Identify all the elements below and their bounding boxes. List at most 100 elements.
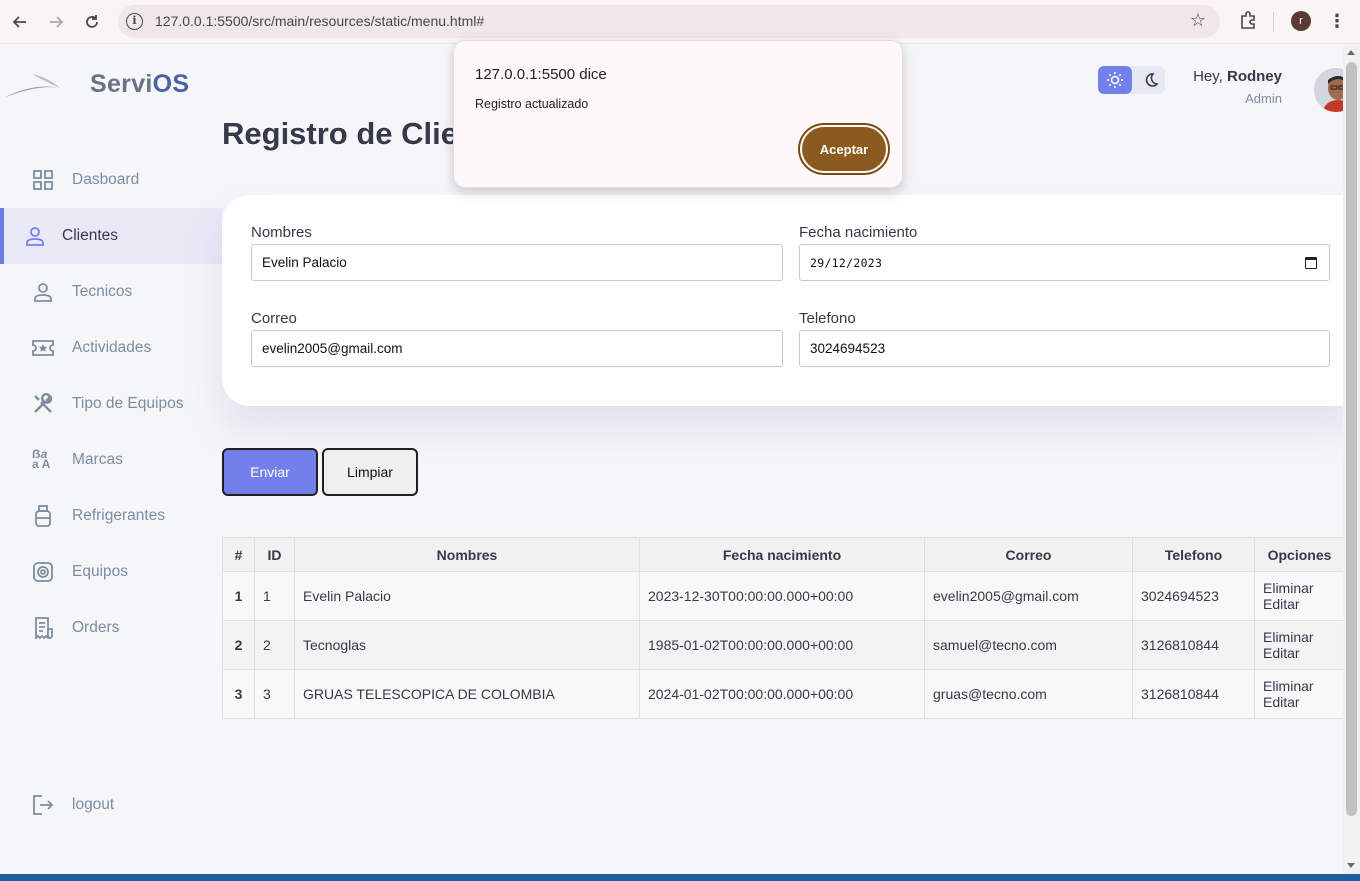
scroll-up-icon[interactable] xyxy=(1347,50,1355,55)
sidebar-item-label: Refrigerantes xyxy=(72,507,166,524)
edit-link[interactable]: Editar xyxy=(1263,694,1344,710)
table-row: 1 1 Evelin Palacio 2023-12-30T00:00:00.0… xyxy=(222,571,1345,621)
edit-link[interactable]: Editar xyxy=(1263,596,1344,612)
cell-opciones: Eliminar Editar xyxy=(1254,571,1345,621)
scroll-thumb[interactable] xyxy=(1346,62,1357,816)
nombres-input[interactable]: Evelin Palacio xyxy=(251,244,783,281)
table-header-row: # ID Nombres Fecha nacimiento Correo Tel… xyxy=(222,537,1345,572)
col-header: Fecha nacimiento xyxy=(639,537,925,572)
accept-button[interactable]: Aceptar xyxy=(802,127,886,171)
sidebar-item-tipo-equipos[interactable]: Tipo de Equipos xyxy=(0,376,222,432)
user-name: Rodney xyxy=(1226,68,1282,85)
cell-id: 2 xyxy=(254,620,295,670)
bookmark-star-icon[interactable]: ☆ xyxy=(1190,10,1206,31)
taskbar-edge xyxy=(0,874,1360,881)
sidebar-item-orders[interactable]: Orders xyxy=(0,600,222,656)
col-header: # xyxy=(222,537,255,572)
edit-link[interactable]: Editar xyxy=(1263,645,1344,661)
cell-telefono: 3126810844 xyxy=(1132,620,1255,670)
col-header: Opciones xyxy=(1254,537,1345,572)
telefono-input[interactable]: 3024694523 xyxy=(799,330,1330,367)
grid-icon xyxy=(32,169,54,191)
address-bar[interactable]: i 127.0.0.1:5500/src/main/resources/stat… xyxy=(118,5,1220,38)
tools-icon xyxy=(32,393,54,415)
sidebar-item-label: Dasboard xyxy=(72,171,140,188)
site-info-icon[interactable]: i xyxy=(126,13,143,30)
person-icon xyxy=(24,225,46,247)
delete-link[interactable]: Eliminar xyxy=(1263,629,1344,645)
send-button[interactable]: Enviar xyxy=(222,448,318,496)
extensions-icon[interactable] xyxy=(1237,10,1259,32)
dialog-title: 127.0.0.1:5500 dice xyxy=(475,66,607,83)
calendar-icon[interactable] xyxy=(1305,257,1317,269)
table-row: 2 2 Tecnoglas 1985-01-02T00:00:00.000+00… xyxy=(222,620,1345,670)
logout-link[interactable]: logout xyxy=(0,777,222,833)
sidebar-item-tecnicos[interactable]: Tecnicos xyxy=(0,264,222,320)
url-text[interactable]: 127.0.0.1:5500/src/main/resources/static… xyxy=(155,13,484,29)
row-number: 1 xyxy=(222,571,255,621)
cell-telefono: 3024694523 xyxy=(1132,571,1255,621)
row-number: 2 xyxy=(222,620,255,670)
clear-button[interactable]: Limpiar xyxy=(322,448,418,496)
person-icon xyxy=(32,281,54,303)
sidebar-item-label: Marcas xyxy=(72,451,123,468)
telefono-label: Telefono xyxy=(799,310,856,327)
cell-opciones: Eliminar Editar xyxy=(1254,620,1345,670)
translate-icon: ẞa a A xyxy=(32,447,51,471)
profile-avatar[interactable]: r xyxy=(1291,11,1311,31)
cell-id: 3 xyxy=(254,669,295,719)
sidebar-item-dasboard[interactable]: Dasboard xyxy=(0,152,222,208)
cell-nombres: Evelin Palacio xyxy=(294,571,640,621)
cell-telefono: 3126810844 xyxy=(1132,669,1255,719)
greeting: Hey, Rodney xyxy=(1193,68,1282,85)
sidebar-item-logout[interactable]: logout xyxy=(0,777,222,833)
sidebar-item-equipos[interactable]: Equipos xyxy=(0,544,222,600)
sidebar: Dasboard Clientes Tecnicos Actividades T… xyxy=(0,152,222,656)
sidebar-item-actividades[interactable]: Actividades xyxy=(0,320,222,376)
cell-opciones: Eliminar Editar xyxy=(1254,669,1345,719)
nombres-label: Nombres xyxy=(251,224,312,241)
cell-nombres: Tecnoglas xyxy=(294,620,640,670)
more-menu-icon[interactable]: ⋮ xyxy=(1327,10,1347,32)
brand-name: ServiOS xyxy=(90,70,190,98)
dialog-message: Registro actualizado xyxy=(475,97,589,111)
logo-icon xyxy=(4,74,60,98)
correo-label: Correo xyxy=(251,310,297,327)
fecha-value: 29/12/2023 xyxy=(810,255,883,270)
client-form xyxy=(222,195,1357,406)
sun-icon[interactable] xyxy=(1098,66,1132,94)
sidebar-item-label: Actividades xyxy=(72,339,152,356)
brand: ServiOS xyxy=(0,62,220,110)
sidebar-item-label: Tipo de Equipos xyxy=(72,395,184,412)
delete-link[interactable]: Eliminar xyxy=(1263,678,1344,694)
sidebar-item-refrigerantes[interactable]: Refrigerantes xyxy=(0,488,222,544)
col-header: Nombres xyxy=(294,537,640,572)
fecha-label: Fecha nacimiento xyxy=(799,224,918,241)
device-icon xyxy=(32,561,54,583)
cell-fecha: 1985-01-02T00:00:00.000+00:00 xyxy=(639,620,925,670)
cell-nombres: GRUAS TELESCOPICA DE COLOMBIA xyxy=(294,669,640,719)
col-header: Correo xyxy=(924,537,1133,572)
cell-fecha: 2023-12-30T00:00:00.000+00:00 xyxy=(639,571,925,621)
back-icon[interactable] xyxy=(8,10,32,34)
cell-fecha: 2024-01-02T00:00:00.000+00:00 xyxy=(639,669,925,719)
page-scrollbar[interactable] xyxy=(1343,44,1360,874)
fecha-input[interactable]: 29/12/2023 xyxy=(799,244,1330,281)
sidebar-item-clientes[interactable]: Clientes xyxy=(0,208,222,264)
logout-label: logout xyxy=(72,796,115,813)
correo-input[interactable]: evelin2005@gmail.com xyxy=(251,330,783,367)
delete-link[interactable]: Eliminar xyxy=(1263,580,1344,596)
toolbar-divider xyxy=(1273,12,1274,32)
sidebar-item-marcas[interactable]: ẞa a A Marcas xyxy=(0,432,222,488)
browser-toolbar: i 127.0.0.1:5500/src/main/resources/stat… xyxy=(0,0,1360,44)
logout-icon xyxy=(32,794,54,816)
sidebar-item-label: Equipos xyxy=(72,563,129,580)
cell-correo: gruas@tecno.com xyxy=(924,669,1133,719)
reload-icon[interactable] xyxy=(80,10,104,34)
clients-table: # ID Nombres Fecha nacimiento Correo Tel… xyxy=(222,537,1345,719)
ticket-icon xyxy=(32,337,54,359)
receipt-icon xyxy=(32,617,54,639)
forward-icon[interactable] xyxy=(44,10,68,34)
scroll-down-icon[interactable] xyxy=(1347,863,1355,868)
col-header: ID xyxy=(254,537,295,572)
